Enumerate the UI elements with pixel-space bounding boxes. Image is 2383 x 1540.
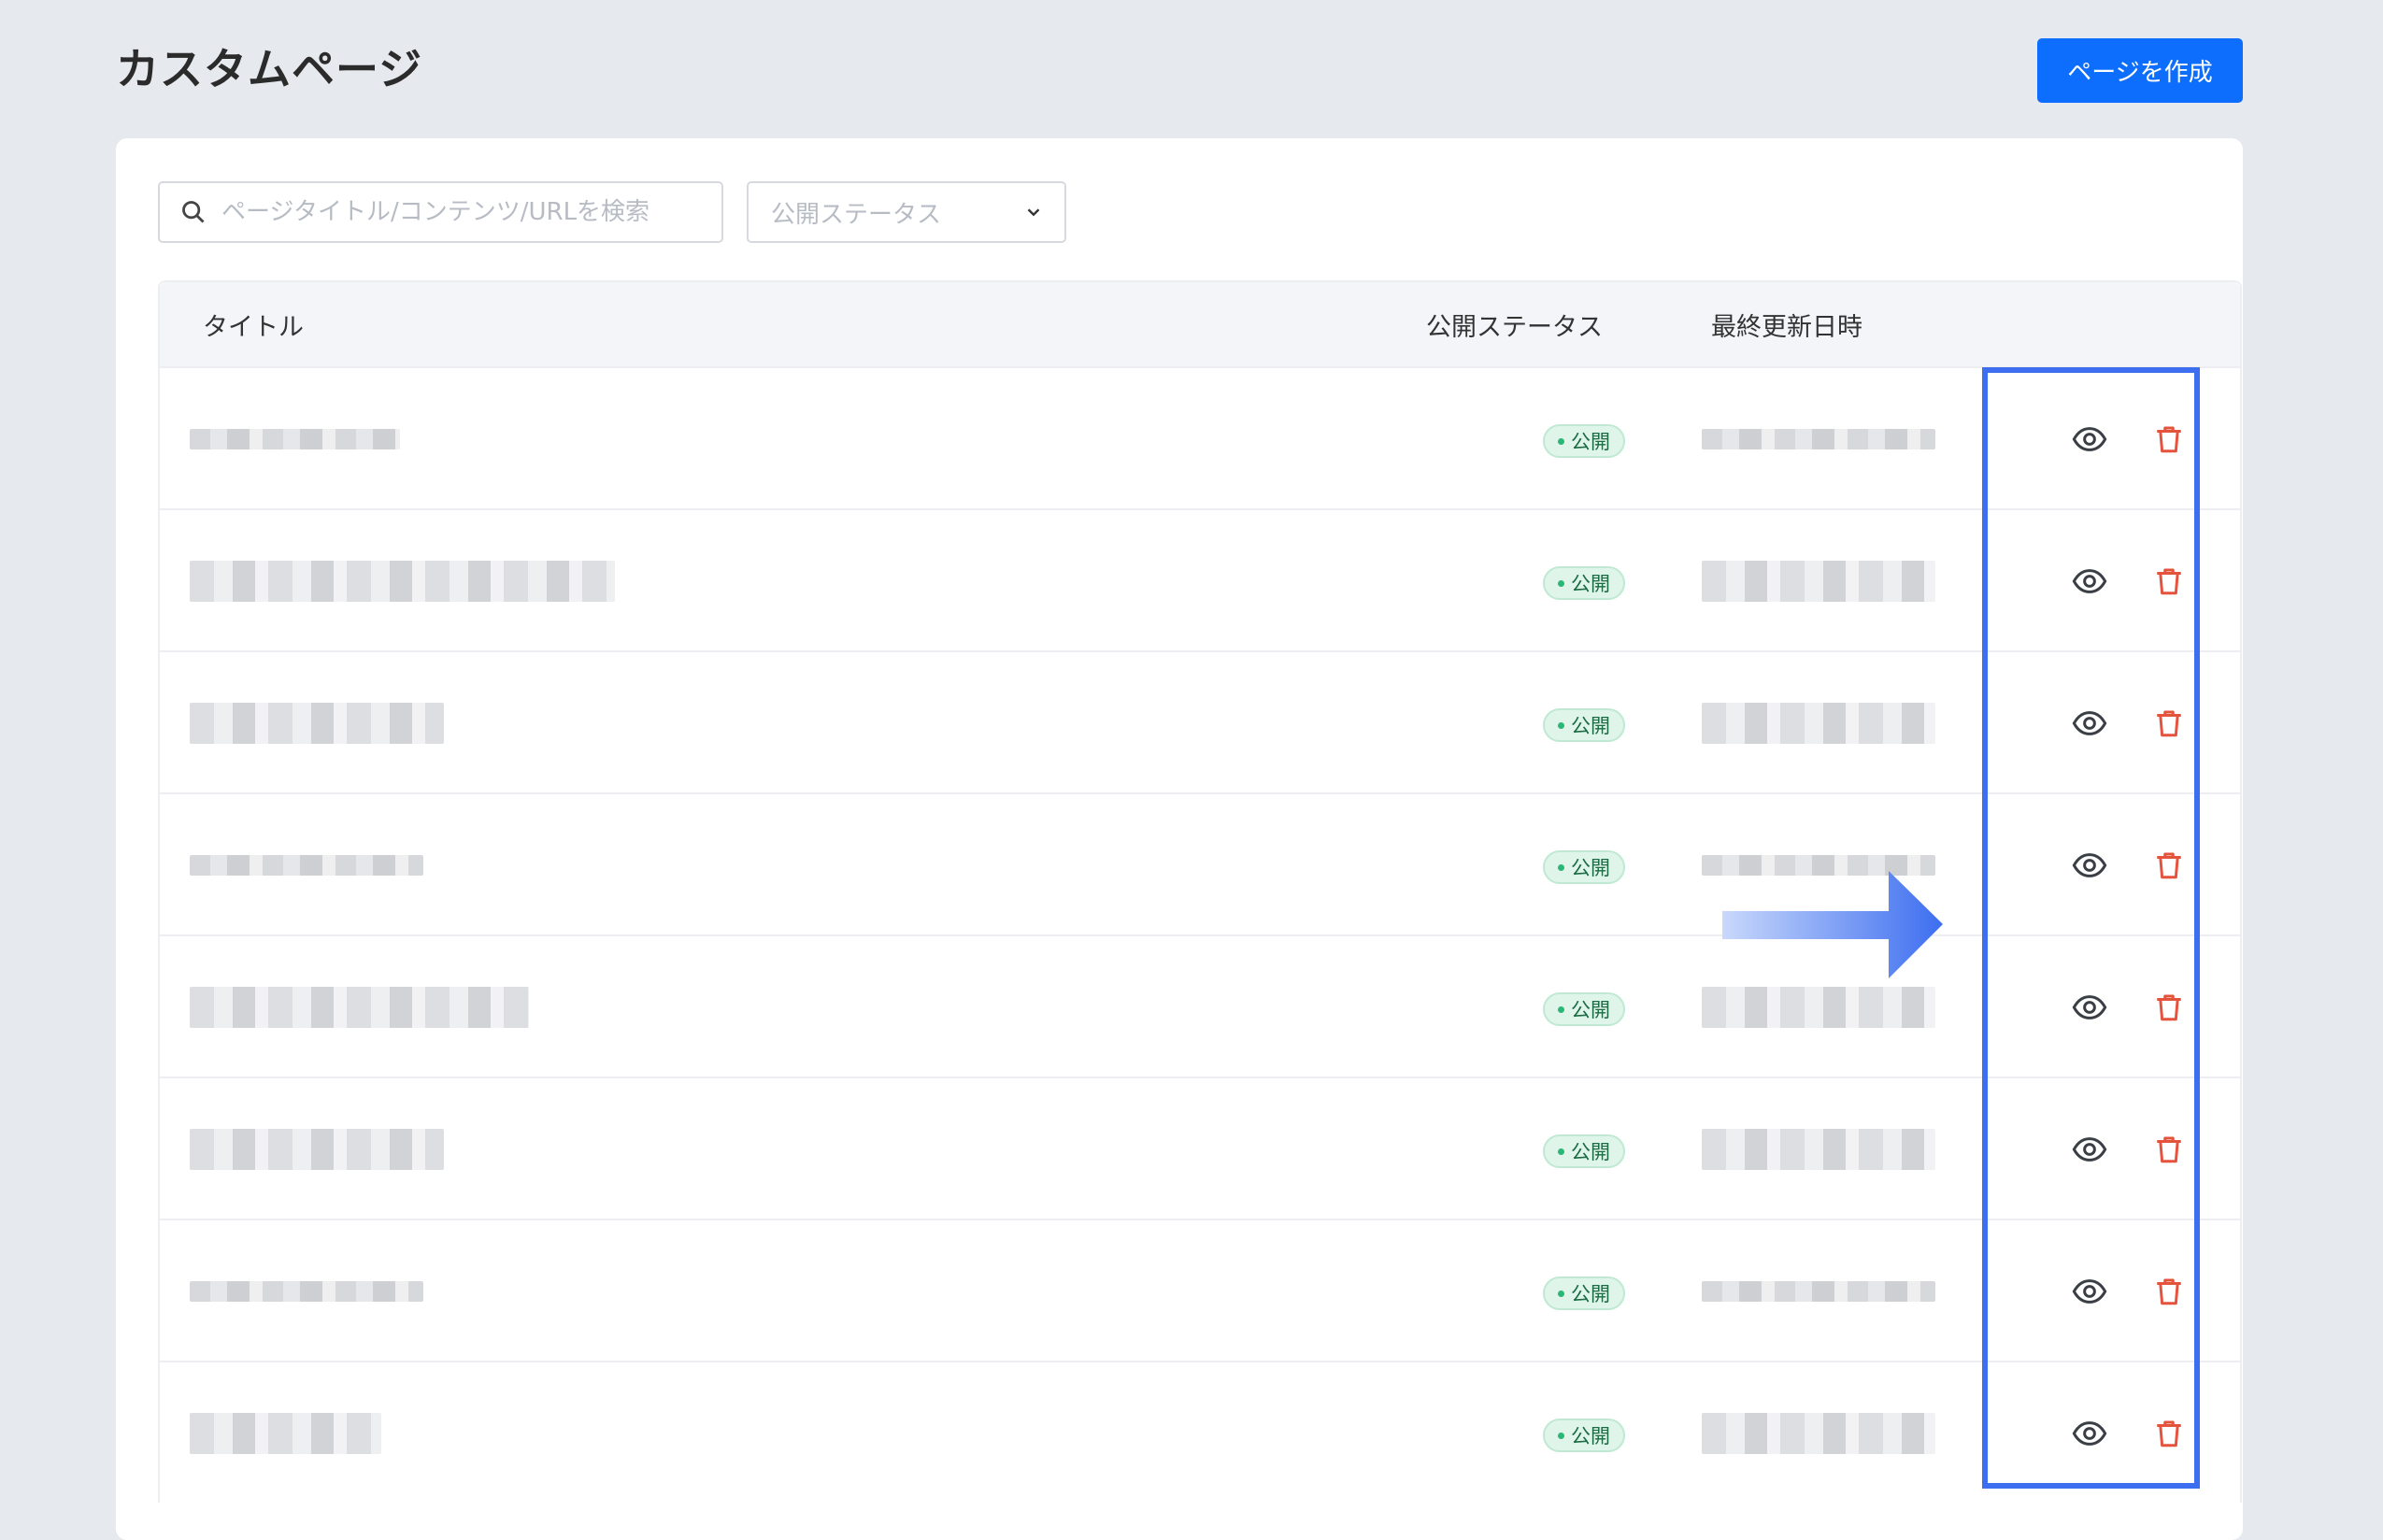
status-dot xyxy=(1558,1148,1564,1155)
redacted-updated-at xyxy=(1702,1129,1935,1170)
delete-button[interactable] xyxy=(2148,1412,2190,1455)
status-badge: 公開 xyxy=(1543,1419,1625,1452)
arrow-right-icon xyxy=(1722,871,1943,978)
status-label: 公開 xyxy=(1571,1425,1610,1447)
table-row[interactable]: 公開 xyxy=(160,650,2240,792)
status-label: 公開 xyxy=(1571,857,1610,879)
redacted-title[interactable] xyxy=(190,429,400,449)
eye-icon xyxy=(2072,1421,2107,1446)
status-badge: 公開 xyxy=(1543,1276,1625,1310)
chevron-down-icon xyxy=(1027,208,1040,217)
view-button[interactable] xyxy=(2068,1270,2111,1313)
table-row[interactable]: 公開 xyxy=(160,508,2240,650)
search-icon xyxy=(182,201,205,223)
status-label: 公開 xyxy=(1571,999,1610,1021)
redacted-updated-at xyxy=(1702,1413,1935,1454)
status-dot xyxy=(1558,1432,1564,1439)
trash-icon xyxy=(2157,426,2181,453)
status-badge: 公開 xyxy=(1543,850,1625,884)
redacted-title[interactable] xyxy=(190,1129,444,1170)
redacted-title[interactable] xyxy=(190,561,615,602)
search-input[interactable] xyxy=(220,197,691,227)
status-badge: 公開 xyxy=(1543,424,1625,458)
delete-button[interactable] xyxy=(2148,1128,2190,1171)
status-filter-placeholder: 公開ステータス xyxy=(771,200,942,229)
page-title: カスタムページ xyxy=(116,44,423,94)
status-badge: 公開 xyxy=(1543,708,1625,742)
delete-button[interactable] xyxy=(2148,986,2190,1029)
status-badge: 公開 xyxy=(1543,992,1625,1026)
table-row[interactable]: 公開 xyxy=(160,1361,2240,1503)
redacted-updated-at xyxy=(1702,1281,1935,1302)
trash-icon xyxy=(2157,852,2181,879)
table-row[interactable]: 公開 xyxy=(160,1219,2240,1361)
status-label: 公開 xyxy=(1571,573,1610,595)
delete-button[interactable] xyxy=(2148,844,2190,887)
status-badge: 公開 xyxy=(1543,566,1625,600)
search-box[interactable] xyxy=(158,181,723,243)
column-updated: 最終更新日時 xyxy=(1711,312,1862,342)
status-dot xyxy=(1558,437,1564,445)
trash-icon xyxy=(2157,1278,2181,1305)
status-badge: 公開 xyxy=(1543,1134,1625,1168)
trash-icon xyxy=(2157,710,2181,737)
redacted-title[interactable] xyxy=(190,703,444,744)
delete-button[interactable] xyxy=(2148,560,2190,603)
redacted-title[interactable] xyxy=(190,855,423,876)
delete-button[interactable] xyxy=(2148,1270,2190,1313)
redacted-updated-at xyxy=(1702,429,1935,449)
status-label: 公開 xyxy=(1571,1141,1610,1163)
status-filter-select[interactable]: 公開ステータス xyxy=(747,181,1066,243)
status-dot xyxy=(1558,579,1564,587)
view-button[interactable] xyxy=(2068,1128,2111,1171)
delete-button[interactable] xyxy=(2148,418,2190,461)
redacted-title[interactable] xyxy=(190,1281,423,1302)
create-page-button[interactable]: ページを作成 xyxy=(2037,38,2243,103)
trash-icon xyxy=(2157,994,2181,1021)
status-dot xyxy=(1558,1290,1564,1297)
eye-icon xyxy=(2072,1279,2107,1304)
status-label: 公開 xyxy=(1571,715,1610,737)
status-dot xyxy=(1558,1005,1564,1013)
eye-icon xyxy=(2072,427,2107,451)
trash-icon xyxy=(2157,1136,2181,1163)
eye-icon xyxy=(2072,995,2107,1020)
table-row[interactable]: 公開 xyxy=(160,366,2240,508)
redacted-updated-at xyxy=(1702,703,1935,744)
redacted-title[interactable] xyxy=(190,1413,381,1454)
status-dot xyxy=(1558,863,1564,871)
view-button[interactable] xyxy=(2068,418,2111,461)
eye-icon xyxy=(2072,569,2107,593)
redacted-updated-at xyxy=(1702,561,1935,602)
view-button[interactable] xyxy=(2068,986,2111,1029)
view-button[interactable] xyxy=(2068,844,2111,887)
eye-icon xyxy=(2072,1137,2107,1162)
view-button[interactable] xyxy=(2068,1412,2111,1455)
content-card: 公開ステータス タイトル 公開ステータス 最終更新日時 公開公開公開公開公開公開… xyxy=(116,138,2243,1540)
column-title: タイトル xyxy=(203,312,304,342)
table-row[interactable]: 公開 xyxy=(160,1077,2240,1219)
view-button[interactable] xyxy=(2068,560,2111,603)
eye-icon xyxy=(2072,853,2107,877)
view-button[interactable] xyxy=(2068,702,2111,745)
status-dot xyxy=(1558,721,1564,729)
status-label: 公開 xyxy=(1571,431,1610,453)
eye-icon xyxy=(2072,711,2107,735)
delete-button[interactable] xyxy=(2148,702,2190,745)
trash-icon xyxy=(2157,568,2181,595)
status-label: 公開 xyxy=(1571,1283,1610,1305)
redacted-title[interactable] xyxy=(190,987,529,1028)
trash-icon xyxy=(2157,1420,2181,1447)
table-header: タイトル 公開ステータス 最終更新日時 xyxy=(160,282,2240,366)
redacted-updated-at xyxy=(1702,987,1935,1028)
column-status: 公開ステータス xyxy=(1426,312,1603,342)
